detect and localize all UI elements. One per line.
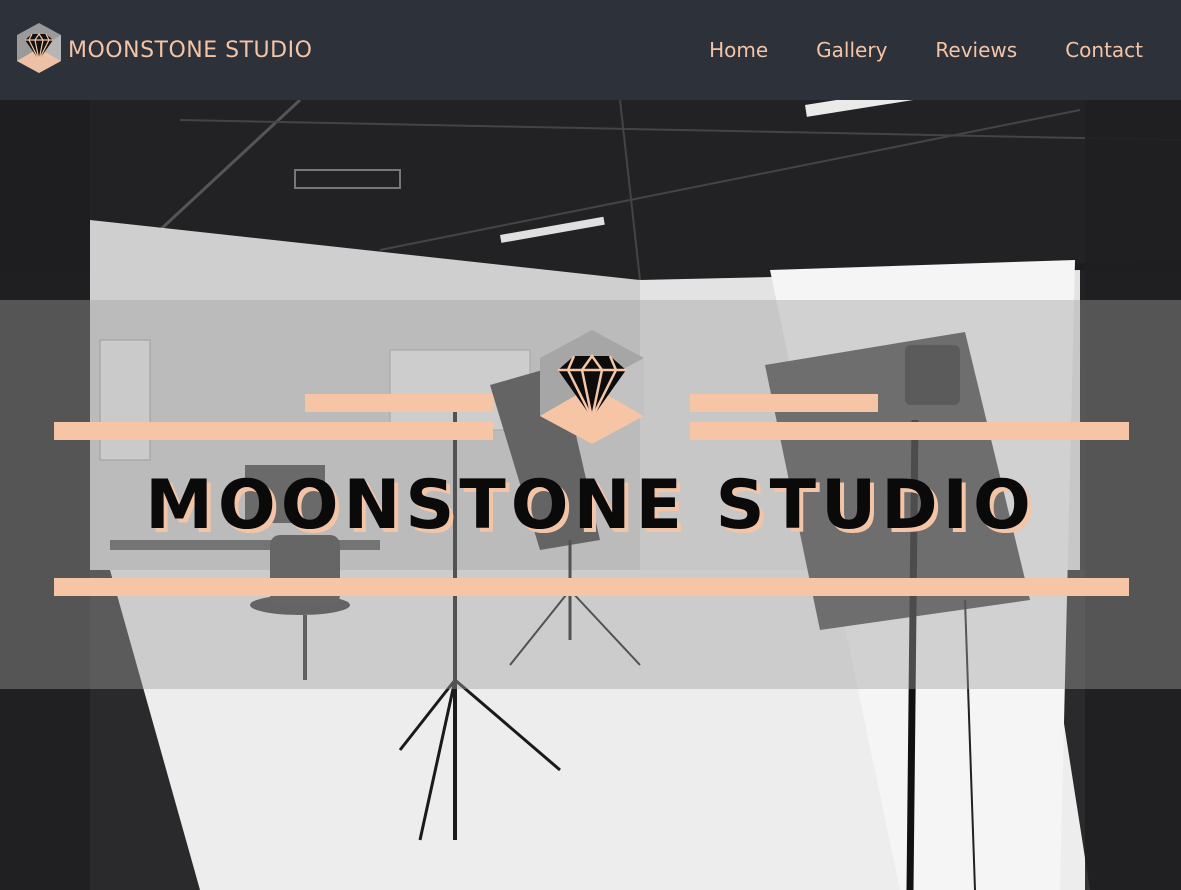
- brand-name: MOONSTONE STUDIO: [68, 37, 313, 63]
- decor-stripe: [690, 394, 878, 412]
- brand-link[interactable]: MOONSTONE STUDIO: [16, 22, 312, 79]
- gem-cube-icon: [538, 328, 646, 446]
- nav-home-link[interactable]: Home: [709, 38, 768, 62]
- hero-title: MOONSTONE STUDIO: [145, 466, 1036, 545]
- decor-stripe: [54, 578, 1129, 596]
- nav-contact-link[interactable]: Contact: [1065, 38, 1143, 62]
- navbar: MOONSTONE STUDIO Home Gallery Reviews Co…: [0, 0, 1181, 100]
- nav-reviews-link[interactable]: Reviews: [935, 38, 1017, 62]
- decor-stripe: [54, 422, 493, 440]
- hero-logo: [538, 328, 646, 446]
- main-nav: Home Gallery Reviews Contact: [709, 38, 1143, 62]
- gem-cube-icon: [16, 22, 62, 79]
- nav-gallery-link[interactable]: Gallery: [816, 38, 887, 62]
- decor-stripe: [305, 394, 493, 412]
- decor-stripe: [690, 422, 1129, 440]
- hero-section: MOONSTONE STUDIO: [0, 100, 1181, 890]
